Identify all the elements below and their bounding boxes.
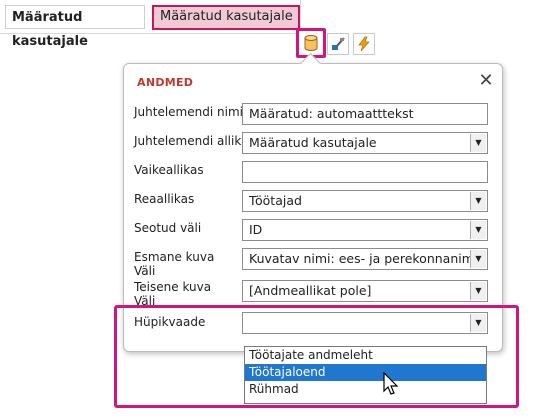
popup-view-dropdown-list[interactable]: Töötajate andmeleht Töötajaloend Rühmad <box>244 346 487 404</box>
bound-field-value: ID <box>249 222 263 237</box>
default-value-input[interactable] <box>242 161 488 183</box>
format-button[interactable] <box>327 33 349 55</box>
primary-display-label-line1: Esmane kuva <box>134 250 215 264</box>
assigned-to-control[interactable]: Määratud kasutajale <box>152 5 300 30</box>
row-source-label: Reaallikas <box>134 192 195 206</box>
lightning-icon <box>358 36 370 52</box>
divider <box>0 33 300 34</box>
format-brush-icon <box>332 37 345 50</box>
chevron-down-icon[interactable]: ▼ <box>470 134 486 152</box>
chevron-down-icon[interactable]: ▼ <box>470 221 486 239</box>
dropdown-option-selected[interactable]: Töötajaloend <box>245 364 486 381</box>
mouse-cursor-icon <box>383 372 399 395</box>
secondary-display-label: Teisene kuva Väli <box>134 280 211 308</box>
event-button[interactable] <box>353 33 375 55</box>
row-source-value: Töötajad <box>249 193 302 208</box>
dropdown-option[interactable]: Töötajate andmeleht <box>245 347 486 364</box>
control-name-input[interactable]: Määratud: automaatttekst <box>242 103 488 125</box>
control-name-label: Juhtelemendi nimi <box>134 105 243 119</box>
panel-title: ANDMED <box>137 76 194 89</box>
row-source-select[interactable]: Töötajad ▼ <box>242 190 488 212</box>
control-source-value: Määratud kasutajale <box>249 135 377 150</box>
primary-display-label-line2: Väli <box>134 264 156 278</box>
default-value-label: Vaikeallikas <box>134 163 204 177</box>
primary-display-value: Kuvatav nimi: ees- ja perekonnanimi <box>249 251 478 266</box>
secondary-display-label-line1: Teisene kuva <box>134 280 212 294</box>
chevron-down-icon[interactable]: ▼ <box>470 192 486 210</box>
bound-field-label: Seotud väli <box>134 221 202 235</box>
field-label-assigned-to: Määratud kasutajale <box>5 5 145 49</box>
chevron-down-icon[interactable]: ▼ <box>470 282 486 300</box>
secondary-display-select[interactable]: [Andmeallikat pole] ▼ <box>242 280 488 302</box>
database-icon <box>304 35 318 51</box>
control-source-label: Juhtelemendi allikas <box>134 134 255 148</box>
primary-display-select[interactable]: Kuvatav nimi: ees- ja perekonnanimi ▼ <box>242 248 488 270</box>
bound-field-select[interactable]: ID ▼ <box>242 219 488 241</box>
control-source-select[interactable]: Määratud kasutajale ▼ <box>242 132 488 154</box>
secondary-display-value: [Andmeallikat pole] <box>249 283 372 298</box>
chevron-down-icon[interactable]: ▼ <box>470 250 486 268</box>
close-icon[interactable]: ✕ <box>478 72 494 90</box>
dropdown-option[interactable]: Rühmad <box>245 381 486 398</box>
primary-display-label: Esmane kuva Väli <box>134 250 214 278</box>
